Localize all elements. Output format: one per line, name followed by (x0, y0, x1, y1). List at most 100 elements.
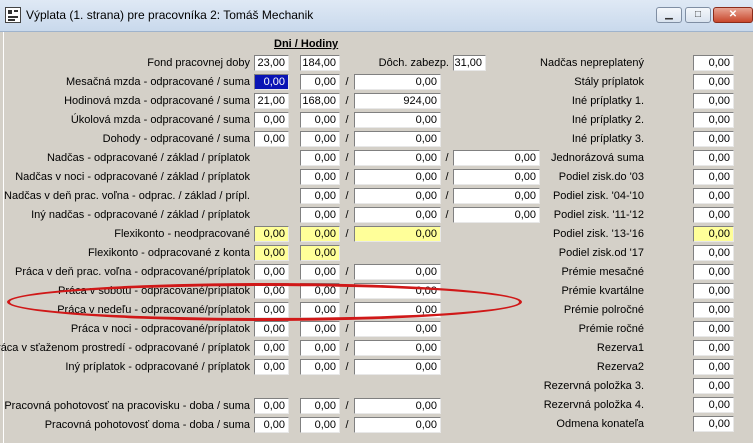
row-amount-field[interactable]: 0,00 (354, 226, 441, 242)
row-hours-field[interactable]: 0,00 (300, 359, 340, 375)
row-hours-field[interactable]: 0,00 (300, 340, 340, 356)
right-row-field[interactable]: 0,00 (693, 131, 734, 147)
right-row-label: Odmena konateľa (556, 418, 644, 430)
right-row-label: Stály príplatok (574, 76, 644, 88)
fond-hours-field[interactable]: 184,00 (300, 55, 340, 71)
row-hours-field[interactable]: 0,00 (300, 264, 340, 280)
row-amount-field[interactable]: 0,00 (354, 359, 441, 375)
right-row-label: Podiel zisk. '13-'16 (552, 228, 644, 240)
right-row-field[interactable]: 0,00 (693, 302, 734, 318)
row-hours-field[interactable]: 168,00 (300, 93, 340, 109)
row-days-field[interactable]: 0,00 (254, 131, 289, 147)
right-row-label: Rezerva2 (596, 361, 644, 373)
row-hours-field[interactable]: 0,00 (300, 150, 340, 166)
right-row-field[interactable]: 0,00 (693, 188, 734, 204)
maximize-icon: □ (694, 9, 702, 20)
row-amount-field[interactable]: 0,00 (354, 340, 441, 356)
separator: / (345, 323, 349, 335)
row-hours-field[interactable]: 0,00 (300, 321, 340, 337)
right-row-label: Rezervná položka 4. (543, 399, 644, 411)
row-days-field[interactable]: 0,00 (254, 302, 289, 318)
right-row-field[interactable]: 0,00 (693, 55, 734, 71)
row-label: Nadčas v noci - odpracované / základ / p… (15, 171, 250, 183)
row-label: Dohody - odpracované / suma (102, 133, 250, 145)
row-amount-field[interactable]: 0,00 (354, 131, 441, 147)
row-label: Nadčas v deň prac. voľna - odprac. / zák… (4, 190, 250, 202)
doch-field[interactable]: 31,00 (453, 55, 486, 71)
row-hours-field[interactable]: 0,00 (300, 169, 340, 185)
row-amount-field[interactable]: 0,00 (354, 264, 441, 280)
row-days-field[interactable]: 0,00 (254, 359, 289, 375)
right-row-field[interactable]: 0,00 (693, 245, 734, 261)
maximize-button[interactable]: □ (685, 7, 711, 23)
row-days-field[interactable]: 0,00 (254, 321, 289, 337)
right-row-field[interactable]: 0,00 (693, 264, 734, 280)
close-button[interactable]: ✕ (713, 7, 753, 23)
right-row-field[interactable]: 0,00 (693, 283, 734, 299)
separator: / (345, 171, 349, 183)
right-row-label: Rezerva1 (596, 342, 644, 354)
separator: / (345, 266, 349, 278)
row-amount-field[interactable]: 0,00 (354, 207, 441, 223)
row-days-field[interactable]: 0,00 (254, 112, 289, 128)
right-row-label: Iné príplatky 3. (571, 133, 644, 145)
separator: / (345, 361, 349, 373)
row-hours-field[interactable]: 0,00 (300, 112, 340, 128)
minimize-button[interactable]: ▁ (656, 7, 682, 23)
right-row-field[interactable]: 0,00 (693, 340, 734, 356)
row-hours-field[interactable]: 0,00 (300, 188, 340, 204)
row-hours-field[interactable]: 0,00 (300, 302, 340, 318)
row-extra-field[interactable]: 0,00 (453, 150, 540, 166)
row-days-field[interactable]: 21,00 (254, 93, 289, 109)
separator: / (445, 190, 449, 202)
row-hours-field[interactable]: 0,00 (300, 207, 340, 223)
row-extra-field[interactable]: 0,00 (453, 169, 540, 185)
separator: / (445, 171, 449, 183)
app-icon[interactable] (5, 7, 21, 23)
row-days-field[interactable]: 0,00 (254, 264, 289, 280)
row-hours-field[interactable]: 0,00 (300, 283, 340, 299)
right-row-field[interactable]: 0,00 (693, 397, 734, 413)
row-days-field[interactable]: 0,00 (254, 340, 289, 356)
row-amount-field[interactable]: 924,00 (354, 93, 441, 109)
row-hours-field[interactable]: 0,00 (300, 398, 340, 414)
right-row-field[interactable]: 0,00 (693, 378, 734, 394)
right-row-field[interactable]: 0,00 (693, 226, 734, 242)
right-row-field[interactable]: 0,00 (693, 74, 734, 90)
row-days-field[interactable]: 0,00 (254, 417, 289, 433)
separator: / (345, 95, 349, 107)
right-row-field[interactable]: 0,00 (693, 112, 734, 128)
row-hours-field[interactable]: 0,00 (300, 226, 340, 242)
row-hours-field[interactable]: 0,00 (300, 417, 340, 433)
right-row-field[interactable]: 0,00 (693, 93, 734, 109)
right-row-label: Iné príplatky 1. (571, 95, 644, 107)
row-extra-field[interactable]: 0,00 (453, 188, 540, 204)
row-hours-field[interactable]: 0,00 (300, 245, 340, 261)
right-row-field[interactable]: 0,00 (693, 150, 734, 166)
row-amount-field[interactable]: 0,00 (354, 321, 441, 337)
row-days-field[interactable]: 0,00 (254, 398, 289, 414)
row-hours-field[interactable]: 0,00 (300, 74, 340, 90)
row-days-field[interactable]: 0,00 (254, 283, 289, 299)
row-amount-field[interactable]: 0,00 (354, 188, 441, 204)
right-row-field[interactable]: 0,00 (693, 416, 734, 432)
row-extra-field[interactable]: 0,00 (453, 207, 540, 223)
right-row-field[interactable]: 0,00 (693, 207, 734, 223)
row-days-field[interactable]: 0,00 (254, 245, 289, 261)
row-amount-field[interactable]: 0,00 (354, 74, 441, 90)
right-row-field[interactable]: 0,00 (693, 169, 734, 185)
row-days-field[interactable]: 0,00 (254, 74, 289, 90)
row-amount-field[interactable]: 0,00 (354, 417, 441, 433)
column-header-dni-hodiny: Dni / Hodiny (274, 38, 339, 50)
row-amount-field[interactable]: 0,00 (354, 283, 441, 299)
fond-days-field[interactable]: 23,00 (254, 55, 289, 71)
row-amount-field[interactable]: 0,00 (354, 302, 441, 318)
right-row-field[interactable]: 0,00 (693, 321, 734, 337)
row-amount-field[interactable]: 0,00 (354, 112, 441, 128)
row-amount-field[interactable]: 0,00 (354, 398, 441, 414)
row-amount-field[interactable]: 0,00 (354, 169, 441, 185)
row-hours-field[interactable]: 0,00 (300, 131, 340, 147)
right-row-field[interactable]: 0,00 (693, 359, 734, 375)
row-amount-field[interactable]: 0,00 (354, 150, 441, 166)
row-days-field[interactable]: 0,00 (254, 226, 289, 242)
